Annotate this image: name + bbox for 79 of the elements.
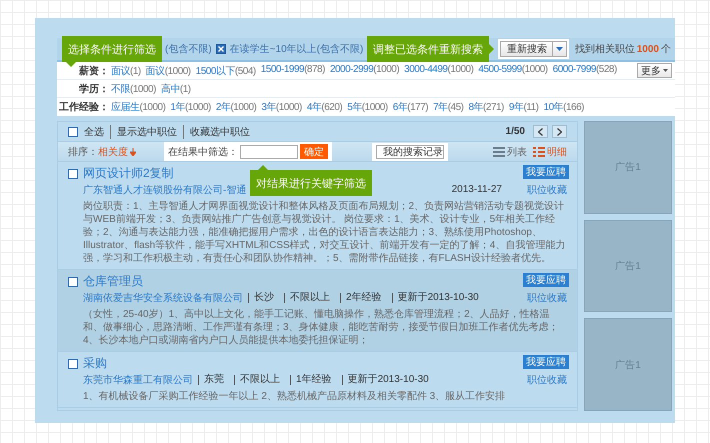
company-link[interactable]: 广东智通人才连锁股份有限公司-智通: [83, 183, 246, 197]
save-job-link[interactable]: 职位收藏: [527, 373, 567, 387]
filter-option[interactable]: 1年(1000): [170, 100, 211, 114]
next-page-button[interactable]: [552, 125, 567, 138]
job-description: （女性，25-40岁）1、高中以上文化，能手工记账、懂电脑操作，熟悉仓库管理流程；2、人品好，性格温和、做事细心，思路清晰、工作严谨有条理；3、身体健康，能吃苦耐劳，接受节假日加班工作者优先考虑；4、长沙本地户口或湖南省内户口人员能提供本地委托担保证明；: [83, 308, 560, 347]
checkbox[interactable]: [68, 168, 78, 178]
filter-option[interactable]: 3年(1000): [261, 100, 302, 114]
filter-option[interactable]: 6000-7999(528): [552, 64, 617, 78]
caret-icon: [663, 69, 668, 72]
filter-option[interactable]: 1500-1999(878): [260, 64, 325, 78]
condition-tag: 在读学生~10年以上(包含不限): [230, 42, 364, 56]
ad-label: 广告1: [615, 358, 641, 372]
filter-label: 工作经验：: [58, 100, 109, 114]
checkbox[interactable]: [68, 358, 78, 368]
down-arrow-icon: [130, 148, 136, 156]
company-link[interactable]: 东莞市华森重工有限公司: [83, 373, 193, 387]
toolbar-link[interactable]: 显示选中职位: [110, 124, 183, 138]
search-history-field[interactable]: 我的搜索记录: [376, 144, 444, 158]
filter-option[interactable]: 4年(620): [306, 100, 342, 114]
filter-option[interactable]: 6年(177): [392, 100, 428, 114]
filter-option[interactable]: 3000-4499(1000): [404, 64, 474, 78]
filter-option[interactable]: 8年(271): [468, 100, 504, 114]
job-detail: 2013-11-27: [450, 185, 503, 195]
sort-label: 排序：: [68, 146, 98, 158]
filter-option[interactable]: 9年(11): [508, 100, 539, 114]
chevron-left-icon: [538, 128, 543, 136]
job-title-link[interactable]: 仓库管理员: [83, 273, 507, 290]
keyword-filter-label: 在结果中筛选：: [168, 146, 238, 158]
list-icon: [493, 146, 505, 156]
job-detail: 更新于2013-10-30: [342, 375, 434, 385]
select-all-link[interactable]: 全选: [78, 124, 110, 138]
job-detail: 不限以上: [234, 375, 285, 385]
remove-icon[interactable]: [216, 44, 226, 54]
filter-option[interactable]: 2000-2999(1000): [330, 64, 400, 78]
apply-button[interactable]: 我要应聘: [523, 165, 569, 179]
condition-tag: (包含不限): [165, 42, 212, 56]
caret-icon: [556, 47, 563, 51]
filter-label: 学历：: [78, 82, 109, 96]
job-description: 1、有机械设备厂采购工作经验一年以上 2、熟悉机械产品原材料及相关零配件 3、服从工作安排: [83, 390, 506, 403]
checkbox[interactable]: [68, 126, 78, 136]
filter-option[interactable]: 2年(1000): [216, 100, 256, 114]
ad-label: 广告1: [615, 260, 641, 273]
filter-option[interactable]: 1500以下(504): [196, 64, 256, 78]
chevron-right-icon: [557, 128, 562, 136]
job-detail: 不限以上: [284, 293, 335, 303]
filter-option[interactable]: 高中(1): [160, 82, 191, 96]
toolbar-link[interactable]: 收藏选中职位: [183, 124, 256, 138]
job-detail: 2年经验: [340, 293, 387, 303]
prev-page-button[interactable]: [533, 125, 548, 138]
job-detail: 1年经验: [290, 375, 337, 385]
view-toggle[interactable]: 明细: [533, 144, 567, 158]
job-detail: 更新于2013-10-30: [392, 293, 484, 303]
result-count: 找到相关职位 1000 个: [574, 42, 671, 56]
save-job-link[interactable]: 职位收藏: [527, 291, 567, 305]
view-toggle[interactable]: 列表: [493, 144, 527, 158]
job-detail: 东莞: [198, 375, 229, 385]
company-link[interactable]: 湖南依爱吉华安全系统设备有限公司: [83, 291, 243, 305]
sort-option[interactable]: 相关度: [98, 144, 136, 158]
more-button[interactable]: 更多: [637, 63, 672, 78]
filter-option[interactable]: 应届生(1000): [111, 100, 166, 114]
filter-option[interactable]: 7年(45): [433, 100, 464, 114]
filter-option[interactable]: 4500-5999(1000): [478, 64, 548, 78]
filter-option[interactable]: 不限(1000): [111, 82, 156, 96]
apply-button[interactable]: 我要应聘: [523, 355, 569, 369]
confirm-button[interactable]: 确定: [300, 144, 328, 159]
save-job-link[interactable]: 职位收藏: [527, 183, 567, 197]
job-description: 岗位职责：1、主导智通人才网界面视觉设计和整体风格及页面布局规划；2、负责网站营销活动专题视觉设计与WEB前端开发；3、负责网站推广广告创意与视觉设计。 岗位要求：1、美术、设计专业，5年相关工作经验；2、沟通与表达能力强，能准确把握用户需求，出色的设计语言表达能力；3、熟练使用Photoshop、Illustrator、flash等软件，能手写XHTML和CSS样式，对交互设计、前端开发有一定的了解；4、自我管理能力强，学习和工作积极主动，有责任心和团队协作精神。；5、需附带作品链接，有FLASH设计经验者优先。: [83, 200, 566, 265]
detail-list-icon: [533, 146, 545, 156]
job-title-link[interactable]: 采购: [83, 355, 507, 372]
filter-label: 薪资：: [78, 64, 109, 78]
checkbox[interactable]: [68, 276, 78, 286]
filter-option[interactable]: 5年(1000): [347, 100, 388, 114]
search-again-button[interactable]: 重新搜索: [500, 41, 567, 57]
page-indicator: 1/50: [506, 126, 525, 137]
filter-option[interactable]: 10年(166): [544, 100, 584, 114]
job-detail: 长沙: [248, 293, 279, 303]
ad-label: 广告1: [615, 160, 641, 174]
apply-button[interactable]: 我要应聘: [523, 273, 569, 287]
keyword-field[interactable]: [240, 144, 298, 158]
